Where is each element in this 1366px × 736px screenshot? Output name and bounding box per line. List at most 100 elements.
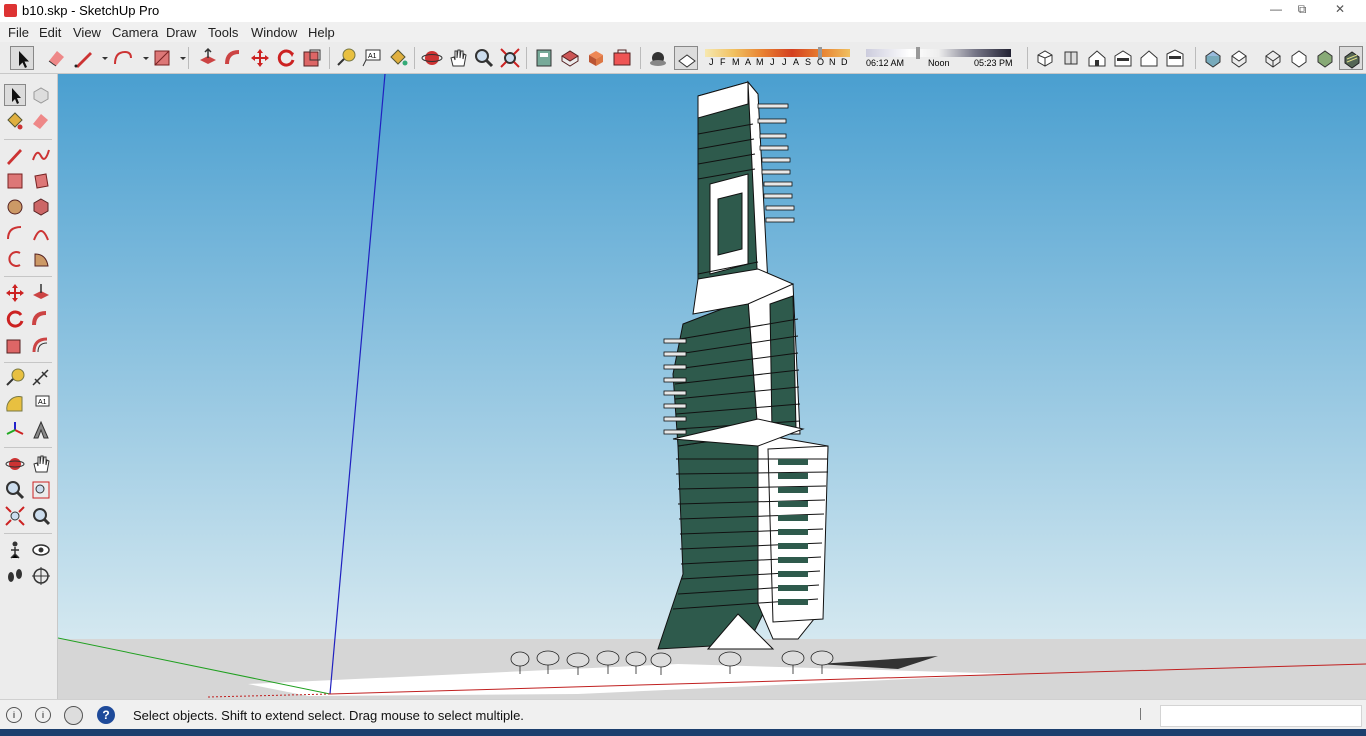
push-pull-icon[interactable] — [196, 46, 220, 70]
chevron-down-icon[interactable] — [134, 46, 149, 70]
zoom-icon[interactable] — [4, 479, 26, 501]
chevron-down-icon[interactable] — [171, 46, 186, 70]
pan-hand-icon[interactable] — [446, 46, 470, 70]
menu-camera[interactable]: Camera — [112, 25, 158, 40]
shaded-style-icon[interactable] — [1313, 46, 1337, 70]
warehouse-icon[interactable] — [532, 46, 556, 70]
month-label: A — [793, 57, 800, 67]
month-label: M — [756, 57, 764, 67]
zoom-extents-icon[interactable] — [498, 46, 522, 70]
orbit-icon[interactable] — [420, 46, 444, 70]
pan-hand-icon[interactable] — [30, 453, 52, 475]
left-view-icon[interactable] — [1163, 46, 1187, 70]
month-label: S — [805, 57, 812, 67]
follow-me-icon[interactable] — [30, 308, 52, 330]
zoom-extents-icon[interactable] — [4, 505, 26, 527]
freehand-icon[interactable] — [30, 144, 52, 166]
menu-edit[interactable]: Edit — [39, 25, 61, 40]
menu-tools[interactable]: Tools — [208, 25, 238, 40]
tower-upper-void-glass — [717, 192, 743, 256]
select-tool-icon[interactable] — [4, 84, 26, 106]
move-tool-icon[interactable] — [4, 282, 26, 304]
model-viewport[interactable] — [58, 74, 1366, 699]
menu-window[interactable]: Window — [251, 25, 297, 40]
menu-file[interactable]: File — [8, 25, 29, 40]
dimension-tool-icon[interactable] — [30, 367, 52, 389]
circle-tool-icon[interactable] — [4, 196, 26, 218]
three-point-arc-icon[interactable] — [4, 248, 26, 270]
user-sign-in-icon[interactable] — [64, 706, 83, 725]
model-scene[interactable] — [58, 74, 1366, 699]
text-tool-icon[interactable]: A1 — [360, 46, 384, 70]
position-camera-icon[interactable] — [4, 539, 26, 561]
top-view-icon[interactable] — [1059, 46, 1083, 70]
protractor-icon[interactable] — [4, 393, 26, 415]
make-component-icon[interactable] — [30, 84, 52, 106]
tape-measure-icon[interactable] — [4, 367, 26, 389]
right-view-icon[interactable] — [1111, 46, 1135, 70]
back-edges-style-icon[interactable] — [1227, 46, 1251, 70]
scale-tool-icon[interactable] — [300, 46, 324, 70]
walk-footprints-icon[interactable] — [4, 565, 26, 587]
hidden-line-style-icon[interactable] — [1287, 46, 1311, 70]
rectangle-tool-icon[interactable] — [4, 170, 26, 192]
front-view-icon[interactable] — [1085, 46, 1109, 70]
push-pull-icon[interactable] — [30, 282, 52, 304]
zoom-icon[interactable] — [472, 46, 496, 70]
eraser-icon[interactable] — [30, 110, 52, 132]
shadow-time-slider[interactable] — [866, 49, 1011, 57]
shaded-textures-style-icon[interactable] — [1339, 46, 1363, 70]
components-icon[interactable] — [584, 46, 608, 70]
extension-warehouse-icon[interactable] — [610, 46, 634, 70]
wireframe-style-icon[interactable] — [1261, 46, 1285, 70]
polygon-tool-icon[interactable] — [30, 196, 52, 218]
instructor-help-icon[interactable]: ? — [97, 706, 115, 724]
rotated-rectangle-icon[interactable] — [30, 170, 52, 192]
shadow-time-slider-thumb[interactable] — [916, 47, 920, 59]
menu-help[interactable]: Help — [308, 25, 335, 40]
eraser-icon[interactable] — [45, 46, 69, 70]
offset-tool-icon[interactable] — [30, 334, 52, 356]
rotate-tool-icon[interactable] — [4, 308, 26, 330]
credits-icon[interactable]: i — [35, 707, 51, 723]
axes-tool-icon[interactable] — [4, 419, 26, 441]
title-bar: b10.skp - SketchUp Pro — ⧉ ✕ — [0, 0, 1366, 22]
menu-draw[interactable]: Draw — [166, 25, 196, 40]
arc-tool-icon[interactable] — [111, 46, 135, 70]
select-tool-icon[interactable] — [10, 46, 34, 70]
shadows-toggle-icon[interactable] — [646, 46, 670, 70]
measurements-box[interactable] — [1160, 705, 1362, 727]
pie-tool-icon[interactable] — [30, 248, 52, 270]
menu-view[interactable]: View — [73, 25, 101, 40]
tape-measure-icon[interactable] — [334, 46, 358, 70]
text-tool-icon[interactable]: A1 — [30, 393, 52, 415]
iso-view-icon[interactable] — [1033, 46, 1057, 70]
month-label: F — [720, 57, 726, 67]
look-around-eye-icon[interactable] — [30, 539, 52, 561]
3d-text-icon[interactable] — [30, 419, 52, 441]
fog-toggle-icon[interactable] — [674, 46, 698, 70]
pencil-line-icon[interactable] — [4, 144, 26, 166]
geo-location-icon[interactable]: i — [6, 707, 22, 723]
status-message: Select objects. Shift to extend select. … — [133, 708, 524, 723]
minimize-button[interactable]: — — [1262, 0, 1290, 18]
close-button[interactable]: ✕ — [1326, 0, 1354, 18]
share-model-icon[interactable] — [558, 46, 582, 70]
shadow-month-slider[interactable] — [705, 49, 850, 57]
follow-me-icon[interactable] — [222, 46, 246, 70]
two-point-arc-icon[interactable] — [30, 222, 52, 244]
paint-bucket-icon[interactable] — [386, 46, 410, 70]
move-tool-icon[interactable] — [248, 46, 272, 70]
arc-tool-icon[interactable] — [4, 222, 26, 244]
paint-bucket-icon[interactable] — [4, 110, 26, 132]
restore-button[interactable]: ⧉ — [1288, 0, 1316, 18]
section-plane-icon[interactable] — [30, 565, 52, 587]
back-view-icon[interactable] — [1137, 46, 1161, 70]
orbit-icon[interactable] — [4, 453, 26, 475]
zoom-window-icon[interactable] — [30, 479, 52, 501]
previous-view-icon[interactable] — [30, 505, 52, 527]
xray-style-icon[interactable] — [1201, 46, 1225, 70]
rotate-tool-icon[interactable] — [274, 46, 298, 70]
scale-tool-icon[interactable] — [4, 334, 26, 356]
chevron-down-icon[interactable] — [93, 46, 108, 70]
